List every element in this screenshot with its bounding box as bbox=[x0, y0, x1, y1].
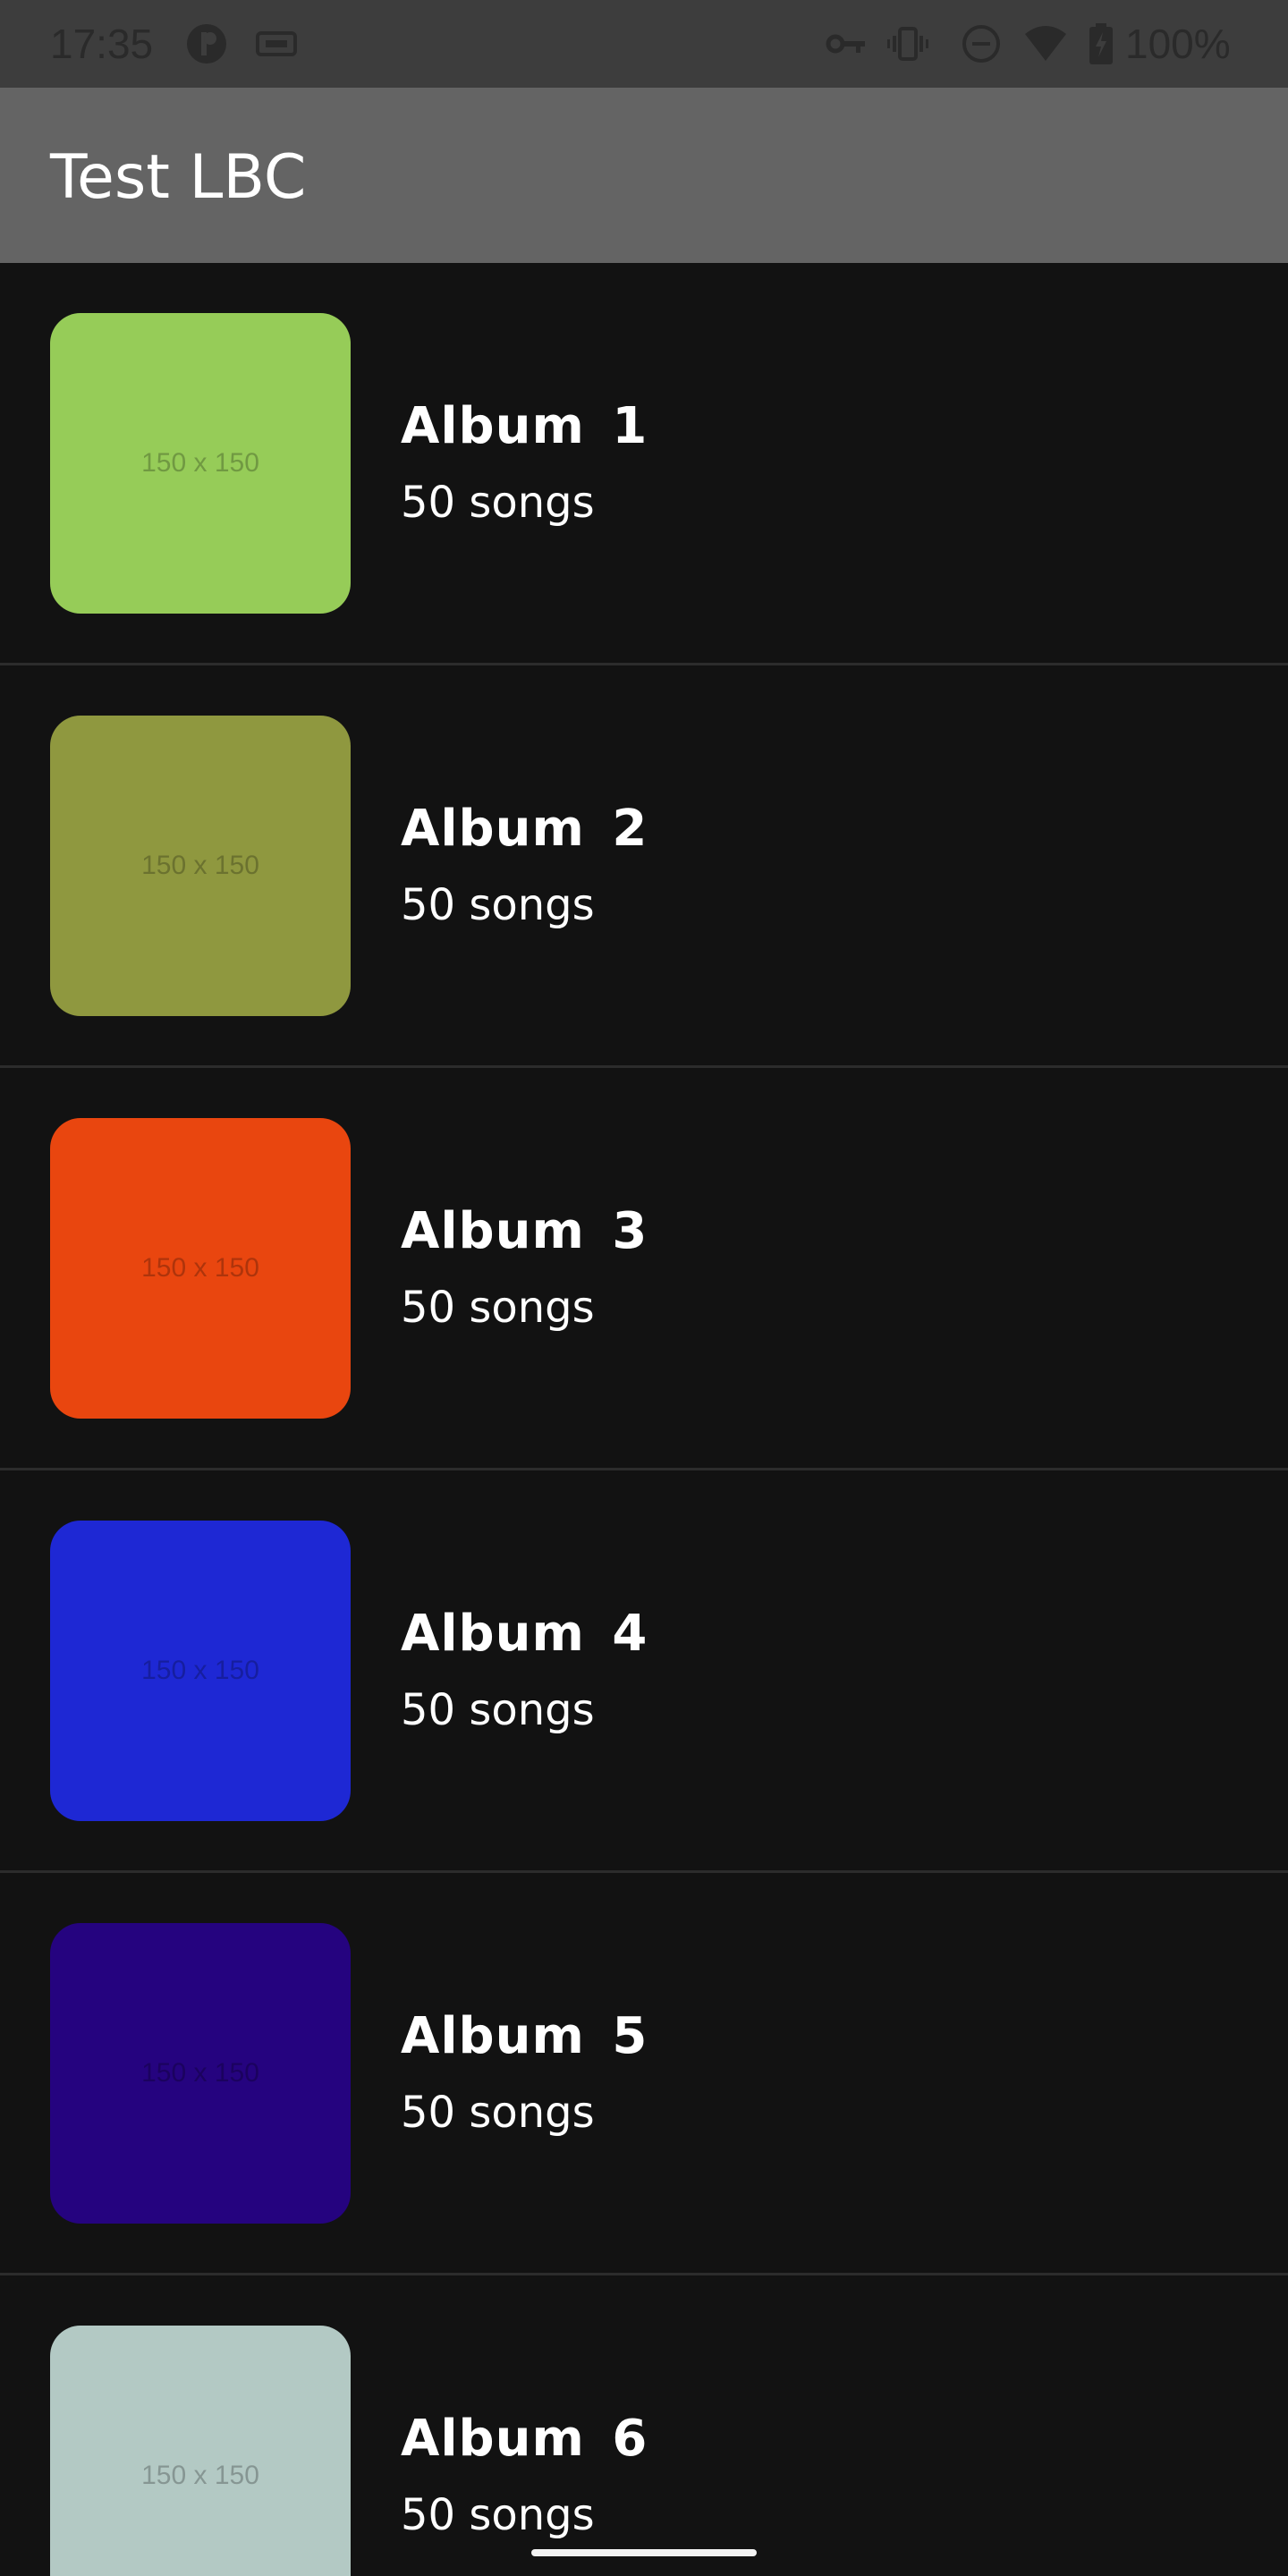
album-row[interactable]: 150 x 150 Album 6 50 songs bbox=[0, 2275, 1288, 2576]
album-row[interactable]: 150 x 150 Album 2 50 songs bbox=[0, 665, 1288, 1068]
album-art: 150 x 150 bbox=[50, 2326, 351, 2576]
app-notification-icon bbox=[186, 23, 227, 64]
status-time: 17:35 bbox=[50, 21, 154, 67]
album-art-placeholder-label: 150 x 150 bbox=[141, 1656, 259, 1685]
album-song-count: 50 songs bbox=[401, 2490, 595, 2540]
home-gesture-bar[interactable] bbox=[531, 2549, 757, 2556]
album-title: Album 5 bbox=[401, 2007, 648, 2065]
wifi-icon bbox=[1023, 23, 1066, 64]
album-art-placeholder-label: 150 x 150 bbox=[141, 851, 259, 880]
album-art: 150 x 150 bbox=[50, 313, 351, 614]
album-art: 150 x 150 bbox=[50, 1923, 351, 2224]
cast-icon bbox=[256, 23, 297, 64]
vibrate-icon bbox=[887, 23, 928, 64]
album-art-placeholder-label: 150 x 150 bbox=[141, 448, 259, 478]
album-art-placeholder-label: 150 x 150 bbox=[141, 1253, 259, 1283]
album-title: Album 6 bbox=[401, 2410, 648, 2468]
album-art: 150 x 150 bbox=[50, 716, 351, 1016]
album-title: Album 3 bbox=[401, 1202, 648, 1260]
album-song-count: 50 songs bbox=[401, 1685, 595, 1735]
do-not-disturb-icon bbox=[961, 23, 1002, 64]
status-bar: 17:35 100% bbox=[0, 0, 1288, 88]
album-art: 150 x 150 bbox=[50, 1521, 351, 1821]
album-list: 150 x 150 Album 1 50 songs 150 x 150 Alb… bbox=[0, 263, 1288, 2576]
album-row[interactable]: 150 x 150 Album 4 50 songs bbox=[0, 1470, 1288, 1873]
battery-percentage: 100% bbox=[1125, 21, 1231, 67]
album-row[interactable]: 150 x 150 Album 3 50 songs bbox=[0, 1068, 1288, 1470]
app-bar: Test LBC bbox=[0, 88, 1288, 263]
album-song-count: 50 songs bbox=[401, 1283, 595, 1333]
album-row[interactable]: 150 x 150 Album 1 50 songs bbox=[0, 263, 1288, 665]
vpn-key-icon bbox=[825, 23, 866, 64]
battery-charging-icon bbox=[1088, 23, 1114, 64]
album-song-count: 50 songs bbox=[401, 880, 595, 930]
album-row[interactable]: 150 x 150 Album 5 50 songs bbox=[0, 1873, 1288, 2275]
app-screen: 17:35 100% Test LBC 150 x 150 Album 1 50… bbox=[0, 0, 1288, 2576]
album-title: Album 2 bbox=[401, 800, 648, 858]
album-art-placeholder-label: 150 x 150 bbox=[141, 2058, 259, 2088]
app-title: Test LBC bbox=[50, 142, 307, 213]
album-art: 150 x 150 bbox=[50, 1118, 351, 1419]
album-title: Album 4 bbox=[401, 1605, 648, 1663]
album-song-count: 50 songs bbox=[401, 2088, 595, 2138]
album-song-count: 50 songs bbox=[401, 478, 595, 528]
album-title: Album 1 bbox=[401, 397, 648, 455]
album-art-placeholder-label: 150 x 150 bbox=[141, 2461, 259, 2490]
